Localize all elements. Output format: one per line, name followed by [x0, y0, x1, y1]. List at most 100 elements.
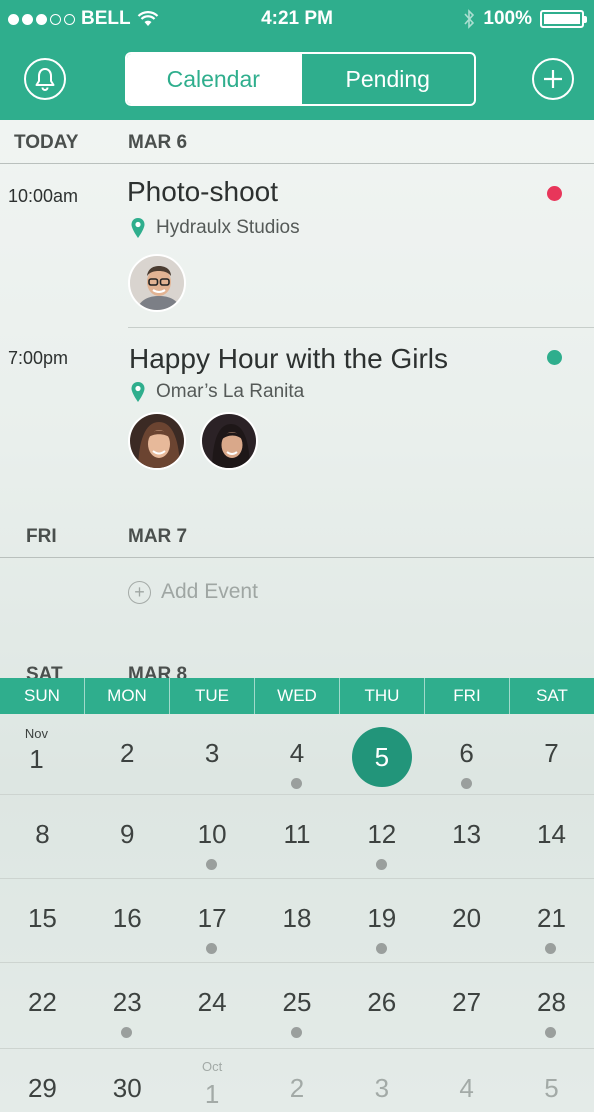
- day-cell[interactable]: 22: [0, 963, 85, 1049]
- tab-pending[interactable]: Pending: [299, 54, 475, 104]
- day-number: 24: [197, 987, 227, 1017]
- day-number: 29: [27, 1073, 57, 1103]
- month-grid: Nov 1 2 3 4 5 6 7 8 9 10 11 12 13 14 15 16 17 18 19 20 21 22 23…: [0, 714, 594, 1112]
- weekday-label: FRI: [425, 678, 510, 714]
- day-number: 6: [459, 738, 474, 768]
- location-label: Hydraulx Studios: [156, 217, 300, 238]
- day-number: 10: [197, 819, 227, 849]
- event-indicator-dot: [375, 943, 387, 954]
- plus-circle-icon: +: [128, 580, 151, 604]
- day-cell[interactable]: 19: [339, 879, 424, 963]
- status-dot: [547, 350, 562, 365]
- weekday-bar: SUN MON TUE WED THU FRI SAT: [0, 678, 594, 714]
- add-button[interactable]: [532, 58, 574, 100]
- event-location: Hydraulx Studios: [130, 217, 300, 239]
- status-right: 100%: [463, 8, 587, 30]
- event-indicator-dot: [121, 1027, 133, 1038]
- day-cell[interactable]: 30: [85, 1049, 170, 1112]
- day-number: 13: [452, 819, 482, 849]
- day-cell[interactable]: 20: [424, 879, 509, 963]
- battery-percent: 100%: [483, 8, 532, 29]
- day-number: 5: [544, 1073, 559, 1103]
- day-cell[interactable]: 27: [424, 963, 509, 1049]
- avatar[interactable]: [128, 412, 186, 470]
- event-indicator-dot: [206, 859, 218, 870]
- day-cell[interactable]: 4: [424, 1049, 509, 1112]
- day-cell[interactable]: 14: [509, 795, 594, 879]
- day-cell[interactable]: 23: [85, 963, 170, 1049]
- day-number: 1: [29, 744, 44, 774]
- location-pin-icon: [131, 382, 145, 402]
- week-row: 22 23 24 25 26 27 28: [0, 963, 594, 1049]
- day-number: 7: [544, 738, 559, 768]
- day-number: 2: [289, 1073, 305, 1103]
- day-cell[interactable]: Oct 1: [170, 1049, 255, 1112]
- day-cell[interactable]: 12: [339, 795, 424, 879]
- day-number: 14: [537, 819, 566, 849]
- day-cell[interactable]: 16: [85, 879, 170, 963]
- event-location: Omar’s La Ranita: [130, 381, 304, 403]
- day-cell[interactable]: 26: [339, 963, 424, 1049]
- weekday-label: SAT: [536, 686, 568, 705]
- day-number: 4: [459, 1073, 474, 1103]
- day-number: 28: [537, 987, 566, 1017]
- weekday-label: MON: [85, 678, 170, 714]
- day-cell[interactable]: 17: [170, 879, 255, 963]
- day-cell[interactable]: 13: [424, 795, 509, 879]
- day-cell[interactable]: 8: [0, 795, 85, 879]
- day-number: 23: [112, 987, 142, 1017]
- day-cell[interactable]: 3: [339, 1049, 424, 1112]
- day-cell[interactable]: 5: [339, 714, 424, 795]
- day-number: 19: [367, 903, 397, 933]
- tab-calendar[interactable]: Calendar: [127, 54, 300, 104]
- avatar[interactable]: [200, 412, 258, 470]
- weekday-label: THU: [340, 678, 425, 714]
- day-number: 2: [120, 738, 135, 768]
- date-label: MAR 6: [128, 132, 188, 153]
- date-label: MAR 7: [128, 526, 188, 547]
- day-cell[interactable]: 3: [170, 714, 255, 795]
- day-cell[interactable]: 15: [0, 879, 85, 963]
- avatar[interactable]: [128, 254, 186, 312]
- status-bar: BELL 4:21 PM 100%: [0, 0, 594, 38]
- day-cell[interactable]: Nov 1: [0, 714, 85, 795]
- today-indicator: 5: [351, 727, 412, 787]
- event-indicator-dot: [545, 943, 557, 954]
- day-cell[interactable]: 29: [0, 1049, 85, 1112]
- location-label: Omar’s La Ranita: [156, 381, 305, 402]
- month-label: Oct: [201, 1059, 223, 1074]
- day-cell[interactable]: 4: [255, 714, 340, 795]
- day-cell[interactable]: 2: [255, 1049, 340, 1112]
- day-cell[interactable]: 7: [509, 714, 594, 795]
- add-event-label: Add Event: [161, 580, 258, 603]
- day-cell[interactable]: 28: [509, 963, 594, 1049]
- add-event-button[interactable]: + Add Event: [128, 580, 258, 604]
- month-label: Nov: [24, 726, 48, 741]
- app-header: BELL 4:21 PM 100% Calendar Pending: [0, 0, 594, 120]
- day-cell[interactable]: 5: [509, 1049, 594, 1112]
- day-number: 27: [452, 987, 482, 1017]
- view-segmented-control: Calendar Pending: [125, 52, 476, 106]
- day-label: TODAY: [14, 132, 79, 153]
- day-cell[interactable]: 18: [255, 879, 340, 963]
- day-cell[interactable]: 24: [170, 963, 255, 1049]
- day-cell[interactable]: 10: [170, 795, 255, 879]
- day-cell[interactable]: 25: [255, 963, 340, 1049]
- day-cell[interactable]: 11: [255, 795, 340, 879]
- event-indicator-dot: [290, 1027, 302, 1038]
- day-number: 9: [120, 819, 135, 849]
- bell-icon: [35, 68, 55, 91]
- day-number: 15: [27, 903, 57, 933]
- day-cell[interactable]: 9: [85, 795, 170, 879]
- day-number: 22: [27, 987, 57, 1017]
- person-avatar-icon: [130, 256, 184, 310]
- event-indicator-dot: [375, 859, 387, 870]
- day-number: 21: [537, 903, 566, 933]
- day-number: 1: [204, 1079, 220, 1109]
- notifications-button[interactable]: [24, 58, 66, 100]
- day-cell[interactable]: 2: [85, 714, 170, 795]
- day-header-today: TODAY MAR 6: [0, 120, 594, 164]
- day-cell[interactable]: 6: [424, 714, 509, 795]
- day-cell[interactable]: 21: [509, 879, 594, 963]
- day-number: 4: [289, 738, 305, 768]
